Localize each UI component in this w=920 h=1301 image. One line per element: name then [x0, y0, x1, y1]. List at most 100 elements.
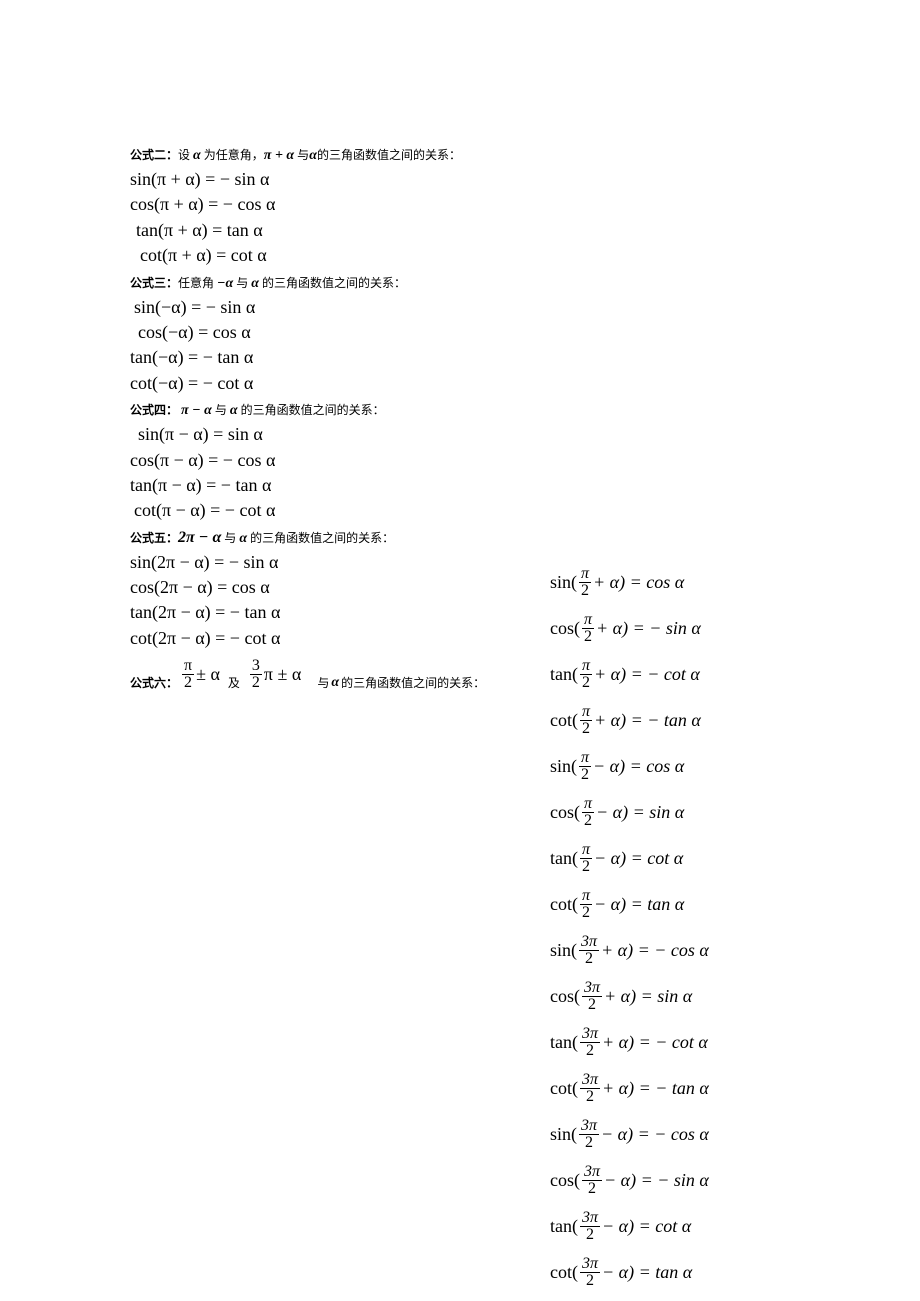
formula-6-12-frac: 3π2 [580, 1072, 600, 1105]
formula-6-14-arg: − α) = − sin α [604, 1171, 709, 1189]
heading-5-label: 公式五： [130, 531, 178, 545]
formula-6-3: tan(π2 + α) = − cot α [550, 652, 850, 696]
formula-6-15-arg: − α) = cot α [602, 1217, 691, 1235]
formula-6-9-arg: + α) = − cos α [601, 941, 709, 959]
formula-6-4: cot(π2 + α) = − tan α [550, 698, 850, 742]
formula-4-1: sin(π − α) = sin α [130, 423, 550, 446]
formula-6-2-frac: π2 [582, 612, 594, 645]
heading-2-expr: π + α [264, 148, 294, 163]
heading-3-mid: 与 [233, 276, 251, 290]
formula-5-1: sin(2π − α) = − sin α [130, 551, 550, 574]
heading-6-frac2: 32 π ± α [248, 658, 301, 691]
formula-2-1: sin(π + α) = − sin α [130, 168, 550, 191]
formula-3-1: sin(−α) = − sin α [130, 296, 550, 319]
formula-6-13-arg: − α) = − cos α [601, 1125, 709, 1143]
heading-2-alpha: α [193, 148, 201, 163]
formula-6-7-frac: π2 [580, 842, 592, 875]
heading-formula-3: 公式三：任意角 −α 与 α 的三角函数值之间的关系： [130, 274, 550, 292]
formula-6-13: sin(3π2 − α) = − cos α [550, 1112, 850, 1156]
heading-2-mid2: 与 [294, 148, 309, 162]
formula-6-15-fn: tan( [550, 1217, 578, 1235]
formula-6-4-fn: cot( [550, 711, 578, 729]
heading-6-mid: 与 [317, 674, 329, 691]
heading-2-after: 的三角函数值之间的关系： [317, 148, 461, 162]
formula-6-2-fn: cos( [550, 619, 580, 637]
formula-4-2: cos(π − α) = − cos α [130, 449, 550, 472]
formula-2-2: cos(π + α) = − cos α [130, 193, 550, 216]
formula-6-6-frac: π2 [582, 796, 594, 829]
formula-6-6: cos(π2 − α) = sin α [550, 790, 850, 834]
formula-6-10: cos(3π2 + α) = sin α [550, 974, 850, 1018]
heading-3-before: 任意角 [178, 276, 217, 290]
formula-6-1: sin(π2 + α) = cos α [550, 560, 850, 604]
formula-6-3-arg: + α) = − cot α [594, 665, 700, 683]
formula-6-7-fn: tan( [550, 849, 578, 867]
formula-6-4-frac: π2 [580, 704, 592, 737]
heading-3-after: 的三角函数值之间的关系： [259, 276, 406, 290]
formula-6-15-frac: 3π2 [580, 1210, 600, 1243]
formula-6-11: tan(3π2 + α) = − cot α [550, 1020, 850, 1064]
formula-4-4: cot(π − α) = − cot α [130, 499, 550, 522]
formula-6-2: cos(π2 + α) = − sin α [550, 606, 850, 650]
heading-formula-2: 公式二：设 α 为任意角，π + α 与α的三角函数值之间的关系： [130, 146, 550, 164]
heading-2-mid1: 为任意角， [201, 148, 264, 162]
heading-2-alpha2: α [309, 148, 317, 163]
formula-6-7-arg: − α) = cot α [594, 849, 683, 867]
formula-6-12-fn: cot( [550, 1079, 578, 1097]
formula-6-11-arg: + α) = − cot α [602, 1033, 708, 1051]
formula-5-2: cos(2π − α) = cos α [130, 576, 550, 599]
heading-5-after: 的三角函数值之间的关系： [247, 531, 394, 545]
formula-6-14-frac: 3π2 [582, 1164, 602, 1197]
heading-4-label: 公式四： [130, 403, 178, 417]
formula-3-3: tan(−α) = − tan α [130, 346, 550, 369]
heading-6-frac1: π2 ± α [180, 658, 220, 691]
formula-6-5: sin(π2 − α) = cos α [550, 744, 850, 788]
formula-6-13-fn: sin( [550, 1125, 577, 1143]
formula-6-10-frac: 3π2 [582, 980, 602, 1013]
formula-6-2-arg: + α) = − sin α [596, 619, 701, 637]
formula-6-1-fn: sin( [550, 573, 577, 591]
formula-6-8-frac: π2 [580, 888, 592, 921]
heading-3-expr2: α [251, 276, 259, 291]
formula-6-14-fn: cos( [550, 1171, 580, 1189]
formula-6-14: cos(3π2 − α) = − sin α [550, 1158, 850, 1202]
heading-5-expr1: 2π − α [178, 529, 221, 546]
heading-3-expr1: −α [217, 276, 233, 291]
formula-6-16-fn: cot( [550, 1263, 578, 1281]
formula-6-13-frac: 3π2 [579, 1118, 599, 1151]
heading-3-label: 公式三： [130, 276, 178, 290]
formula-6-5-frac: π2 [579, 750, 591, 783]
formula-6-3-fn: tan( [550, 665, 578, 683]
formula-6-10-fn: cos( [550, 987, 580, 1005]
formula-6-1-arg: + α) = cos α [593, 573, 684, 591]
formula-6-8: cot(π2 − α) = tan α [550, 882, 850, 926]
formula-6-5-arg: − α) = cos α [593, 757, 684, 775]
formula-6-3-frac: π2 [580, 658, 592, 691]
formula-2-3: tan(π + α) = tan α [130, 219, 550, 242]
heading-6-alpha: α [331, 675, 339, 691]
formula-6-10-arg: + α) = sin α [604, 987, 692, 1005]
heading-5-mid: 与 [221, 531, 239, 545]
heading-6-and: 及 [228, 674, 240, 691]
formula-6-4-arg: + α) = − tan α [594, 711, 701, 729]
formula-5-4: cot(2π − α) = − cot α [130, 627, 550, 650]
formula-6-11-frac: 3π2 [580, 1026, 600, 1059]
heading-2-label: 公式二： [130, 148, 178, 162]
formula-6-11-fn: tan( [550, 1033, 578, 1051]
heading-formula-5: 公式五：2π − α 与 α 的三角函数值之间的关系： [130, 529, 550, 547]
formula-6-8-arg: − α) = tan α [594, 895, 684, 913]
heading-4-after: 的三角函数值之间的关系： [238, 403, 385, 417]
formula-6-9: sin(3π2 + α) = − cos α [550, 928, 850, 972]
formula-6-5-fn: sin( [550, 757, 577, 775]
heading-4-expr2: α [230, 403, 238, 418]
formula-3-2: cos(−α) = cos α [130, 321, 550, 344]
formula-6-15: tan(3π2 − α) = cot α [550, 1204, 850, 1248]
formula-6-6-arg: − α) = sin α [596, 803, 684, 821]
formula-6-9-fn: sin( [550, 941, 577, 959]
heading-4-expr1: π − α [181, 403, 212, 418]
formula-6-16-arg: − α) = tan α [602, 1263, 692, 1281]
heading-6-label: 公式六： [130, 674, 178, 691]
formula-6-16: cot(3π2 − α) = tan α [550, 1250, 850, 1294]
heading-5-expr2: α [239, 531, 247, 546]
formula-6-9-frac: 3π2 [579, 934, 599, 967]
